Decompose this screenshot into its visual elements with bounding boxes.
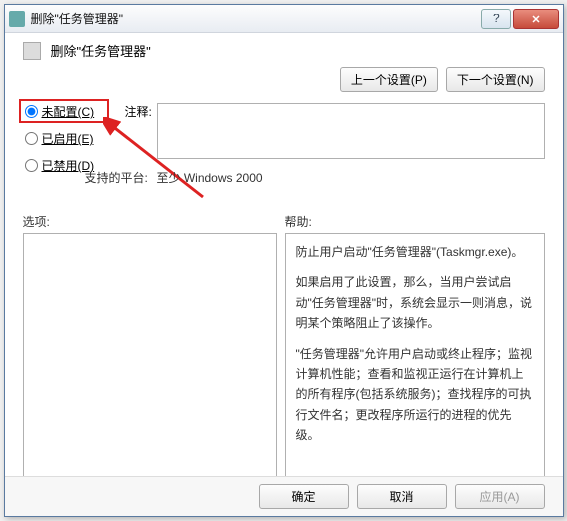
- nav-buttons: 上一个设置(P) 下一个设置(N): [340, 67, 545, 92]
- window-title: 删除"任务管理器": [31, 10, 479, 27]
- radio-disabled-input[interactable]: [25, 159, 38, 172]
- help-label: 帮助:: [285, 213, 312, 230]
- next-setting-button[interactable]: 下一个设置(N): [446, 67, 545, 92]
- app-icon: [9, 11, 25, 27]
- close-button[interactable]: [513, 9, 559, 29]
- cancel-label: 取消: [389, 490, 413, 504]
- titlebar: 删除"任务管理器" ?: [5, 5, 563, 33]
- page-icon: [23, 42, 41, 60]
- comment-label: 注释:: [125, 103, 152, 120]
- apply-button[interactable]: 应用(A): [455, 484, 545, 509]
- radio-not-configured-label: 未配置(C): [42, 103, 95, 120]
- bottom-bar: 确定 取消 应用(A): [5, 476, 563, 516]
- prev-label: 上一个设置(P): [351, 73, 427, 87]
- cancel-button[interactable]: 取消: [357, 484, 447, 509]
- page-title: 删除"任务管理器": [51, 41, 151, 60]
- supported-label: 支持的平台:: [85, 169, 148, 186]
- radio-enabled-input[interactable]: [25, 132, 38, 145]
- help-p3: "任务管理器"允许用户启动或终止程序；监视计算机性能；查看和监视正运行在计算机上…: [296, 344, 534, 446]
- help-panel: 防止用户启动"任务管理器"(Taskmgr.exe)。 如果启用了此设置，那么，…: [285, 233, 545, 491]
- ok-label: 确定: [291, 490, 315, 504]
- window-controls: ?: [479, 9, 559, 29]
- radio-enabled[interactable]: 已启用(E): [25, 130, 95, 147]
- comment-textarea[interactable]: [157, 103, 545, 159]
- options-label: 选项:: [23, 213, 50, 230]
- content-area: 删除"任务管理器" 上一个设置(P) 下一个设置(N) 未配置(C) 已启用(E…: [5, 33, 563, 516]
- dialog-window: 删除"任务管理器" ? 删除"任务管理器" 上一个设置(P) 下一个设置(N) …: [4, 4, 564, 517]
- help-button[interactable]: ?: [481, 9, 511, 29]
- supported-value: 至少 Windows 2000: [157, 169, 263, 186]
- radio-enabled-label: 已启用(E): [42, 130, 94, 147]
- radio-not-configured-input[interactable]: [25, 105, 38, 118]
- help-p1: 防止用户启动"任务管理器"(Taskmgr.exe)。: [296, 242, 534, 262]
- header-row: 删除"任务管理器": [5, 33, 563, 68]
- apply-label: 应用(A): [480, 490, 520, 504]
- svg-text:?: ?: [493, 14, 500, 24]
- prev-setting-button[interactable]: 上一个设置(P): [340, 67, 438, 92]
- next-label: 下一个设置(N): [457, 73, 534, 87]
- ok-button[interactable]: 确定: [259, 484, 349, 509]
- options-panel: [23, 233, 277, 491]
- help-p2: 如果启用了此设置，那么，当用户尝试启动"任务管理器"时，系统会显示一则消息，说明…: [296, 272, 534, 333]
- radio-not-configured[interactable]: 未配置(C): [25, 103, 95, 120]
